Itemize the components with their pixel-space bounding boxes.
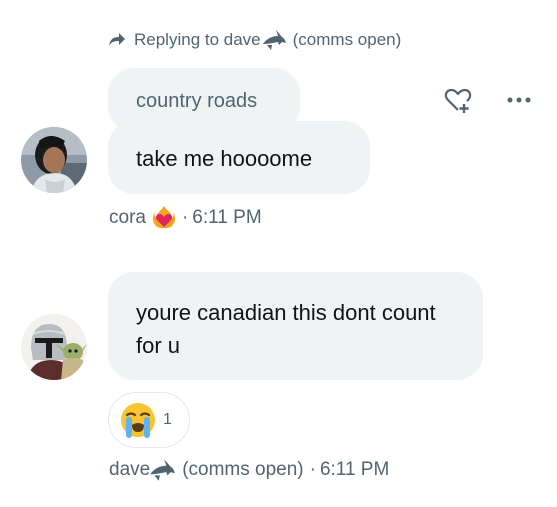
sender-name[interactable]: cora <box>109 207 146 229</box>
reaction-chip[interactable]: 1 <box>108 392 190 448</box>
message-meta: cora · 6:11 PM <box>109 204 262 232</box>
replying-to-header: Replying to dave (comms open) <box>108 28 401 52</box>
shark-icon <box>262 30 286 50</box>
message-meta: dave (comms open) · 6:11 PM <box>109 456 389 484</box>
meta-separator: · <box>181 207 189 228</box>
loudly-crying-face-icon <box>121 403 155 438</box>
flaming-heart-icon <box>152 206 176 229</box>
avatar[interactable] <box>21 127 87 193</box>
avatar-image <box>21 314 87 380</box>
reply-arrow-icon <box>109 33 125 46</box>
sender-suffix: (comms open) <box>182 459 304 480</box>
message-bubble[interactable]: take me hoooome <box>108 121 370 194</box>
quoted-message-text: country roads <box>136 90 258 112</box>
add-reaction-icon[interactable] <box>443 86 473 114</box>
message-time: 6:11 PM <box>319 459 390 480</box>
message-text: take me hoooome <box>136 146 313 171</box>
avatar[interactable] <box>21 314 87 380</box>
shark-icon <box>150 459 176 481</box>
meta-separator: · <box>309 459 316 480</box>
reaction-count: 1 <box>163 411 172 428</box>
avatar-image <box>21 127 87 193</box>
sender-name[interactable]: dave <box>109 459 150 481</box>
replying-to-label: Replying to dave <box>134 30 261 49</box>
message-time: 6:11 PM <box>192 207 262 228</box>
message-bubble[interactable]: youre canadian this dont count for u <box>108 272 483 380</box>
message-text: youre canadian this dont count for u <box>136 300 436 358</box>
replying-to-suffix: (comms open) <box>292 30 402 49</box>
more-options-icon[interactable] <box>506 93 532 107</box>
